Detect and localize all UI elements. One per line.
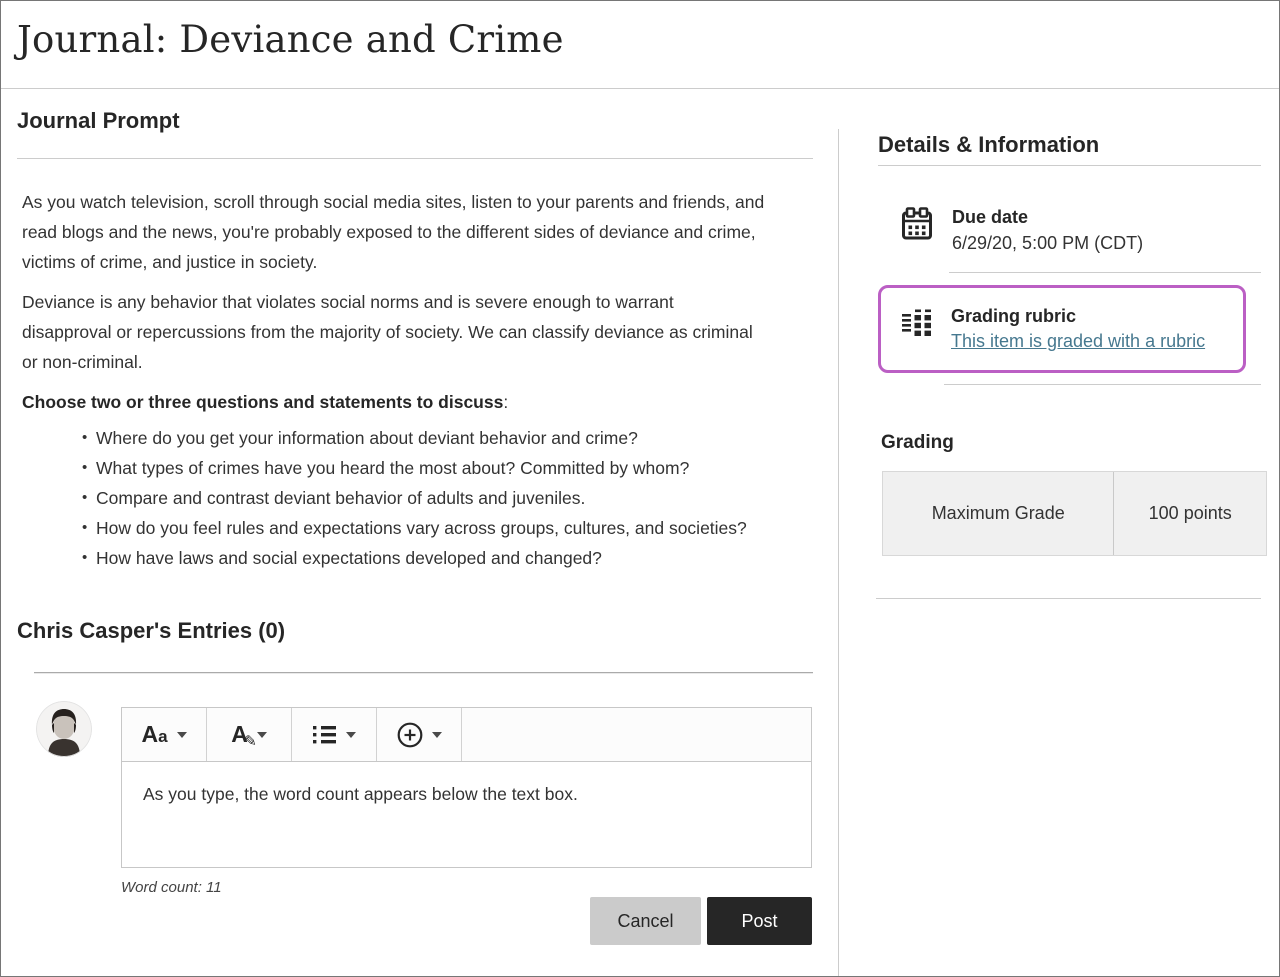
pencil-icon: ✎: [244, 734, 257, 749]
avatar: [36, 701, 92, 757]
sidebar-divider: [944, 384, 1261, 385]
chevron-down-icon: [346, 732, 356, 738]
content-divider: [838, 129, 839, 976]
prompt-paragraph: Deviance is any behavior that violates s…: [22, 287, 767, 377]
text-style-icon: Aa: [141, 723, 167, 746]
text-style-button[interactable]: Aa: [122, 708, 207, 761]
list-item: How have laws and social expectations de…: [96, 543, 767, 573]
calendar-icon: [899, 206, 935, 255]
due-date-row: Due date 6/29/20, 5:00 PM (CDT): [878, 206, 1261, 255]
list-format-icon: [313, 725, 337, 744]
rubric-icon: [897, 305, 934, 353]
plus-circle-icon: [397, 722, 423, 748]
chevron-down-icon: [257, 732, 267, 738]
font-appearance-button[interactable]: A✎: [207, 708, 292, 761]
journal-prompt-section: Journal Prompt As you watch television, …: [17, 107, 813, 945]
font-appearance-icon: A✎: [231, 723, 248, 746]
chevron-down-icon: [432, 732, 442, 738]
list-format-button[interactable]: [292, 708, 377, 761]
editor-actions: Cancel Post: [121, 897, 812, 945]
list-item: How do you feel rules and expectations v…: [96, 513, 767, 543]
prompt-heading-divider: [17, 158, 813, 159]
grading-heading: Grading: [881, 431, 1261, 455]
list-item: Compare and contrast deviant behavior of…: [96, 483, 767, 513]
list-item: Where do you get your information about …: [96, 423, 767, 453]
prompt-paragraph: As you watch television, scroll through …: [22, 187, 767, 277]
sidebar-divider: [876, 598, 1261, 599]
prompt-question-list: Where do you get your information about …: [22, 423, 767, 573]
due-date-text: Due date 6/29/20, 5:00 PM (CDT): [952, 206, 1143, 255]
rubric-text: Grading rubric This item is graded with …: [951, 305, 1205, 353]
details-heading-divider: [878, 165, 1261, 166]
journal-page: Journal: Deviance and Crime Journal Prom…: [0, 0, 1280, 977]
prompt-discussion-lead: Choose two or three questions and statem…: [22, 387, 767, 417]
page-header: Journal: Deviance and Crime: [1, 1, 1279, 89]
post-button[interactable]: Post: [707, 897, 812, 945]
prompt-body: As you watch television, scroll through …: [17, 187, 813, 573]
rubric-label: Grading rubric: [951, 305, 1205, 327]
due-date-label: Due date: [952, 206, 1143, 228]
toolbar-spacer: [462, 708, 811, 761]
rubric-link[interactable]: This item is graded with a rubric: [951, 329, 1205, 353]
grading-rubric-callout: Grading rubric This item is graded with …: [878, 285, 1246, 373]
entries-heading: Chris Casper's Entries (0): [17, 617, 813, 645]
text-editor: Aa A✎: [121, 707, 812, 868]
list-item: What types of crimes have you heard the …: [96, 453, 767, 483]
due-date-value: 6/29/20, 5:00 PM (CDT): [952, 231, 1143, 255]
avatar-photo: [36, 701, 92, 757]
details-heading: Details & Information: [878, 131, 1261, 159]
max-grade-label: Maximum Grade: [883, 472, 1113, 555]
max-grade-value: 100 points: [1113, 472, 1266, 555]
entry-text-input[interactable]: As you type, the word count appears belo…: [122, 762, 811, 867]
page-title: Journal: Deviance and Crime: [1, 1, 1279, 61]
sidebar-divider: [949, 272, 1261, 273]
details-sidebar: Details & Information Due date: [878, 131, 1261, 599]
grading-table: Maximum Grade 100 points: [882, 471, 1267, 556]
entry-editor-wrap: Aa A✎: [121, 701, 812, 945]
editor-toolbar: Aa A✎: [122, 708, 811, 762]
entries-divider: [34, 672, 813, 673]
chevron-down-icon: [177, 732, 187, 738]
prompt-discussion-lead-colon: :: [503, 392, 508, 412]
journal-prompt-heading: Journal Prompt: [17, 107, 813, 135]
insert-content-button[interactable]: [377, 708, 462, 761]
word-count-label: Word count: 11: [121, 879, 812, 897]
entry-compose-row: Aa A✎: [17, 701, 813, 945]
cancel-button[interactable]: Cancel: [590, 897, 701, 945]
prompt-discussion-lead-bold: Choose two or three questions and statem…: [22, 392, 503, 412]
